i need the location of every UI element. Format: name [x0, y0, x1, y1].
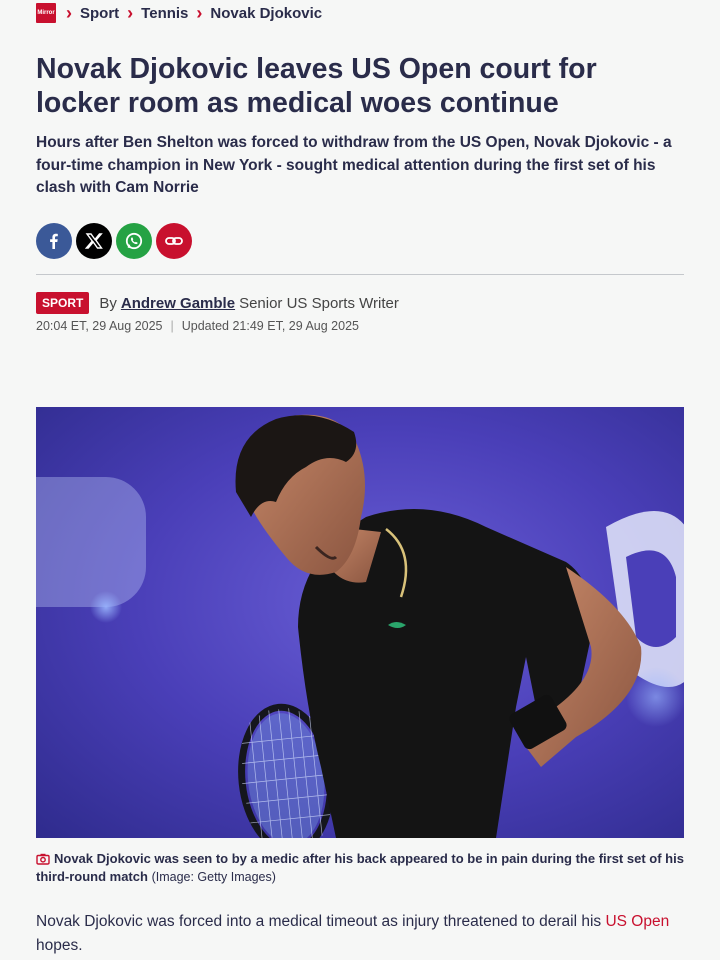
- body-text-2: hopes.: [36, 937, 83, 954]
- mirror-logo[interactable]: Mirror: [36, 3, 56, 23]
- link-icon[interactable]: [156, 223, 192, 259]
- breadcrumb-novak-djokovic[interactable]: Novak Djokovic: [210, 5, 322, 22]
- separator: |: [170, 319, 174, 333]
- updated-time: Updated 21:49 ET, 29 Aug 2025: [181, 319, 359, 333]
- breadcrumb: Mirror › Sport › Tennis › Novak Djokovic: [36, 2, 322, 24]
- facebook-icon[interactable]: [36, 223, 72, 259]
- by-label: By: [99, 294, 117, 312]
- section-badge[interactable]: SPORT: [36, 292, 90, 314]
- byline: SPORT By Andrew Gamble Senior US Sports …: [36, 292, 399, 314]
- x-icon[interactable]: [76, 223, 112, 259]
- timestamps: 20:04 ET, 29 Aug 2025 | Updated 21:49 ET…: [36, 319, 359, 333]
- breadcrumb-sport[interactable]: Sport: [80, 5, 119, 22]
- body-paragraph: Novak Djokovic was forced into a medical…: [36, 910, 684, 958]
- divider: [36, 274, 684, 275]
- body-text-1: Novak Djokovic was forced into a medical…: [36, 913, 606, 930]
- chevron-right-icon: ›: [196, 3, 203, 23]
- camera-icon: [36, 853, 50, 865]
- us-open-link[interactable]: US Open: [605, 913, 669, 930]
- image-caption: Novak Djokovic was seen to by a medic af…: [36, 850, 684, 886]
- image-credit: (Image: Getty Images): [151, 870, 276, 884]
- breadcrumb-tennis[interactable]: Tennis: [141, 5, 188, 22]
- chevron-right-icon: ›: [66, 3, 72, 23]
- share-bar: [36, 223, 192, 259]
- published-time: 20:04 ET, 29 Aug 2025: [36, 319, 163, 333]
- standfirst: Hours after Ben Shelton was forced to wi…: [36, 134, 672, 196]
- headline: Novak Djokovic leaves US Open court for …: [36, 53, 597, 119]
- chevron-right-icon: ›: [127, 3, 134, 23]
- author-role: Senior US Sports Writer: [239, 294, 399, 312]
- whatsapp-icon[interactable]: [116, 223, 152, 259]
- hero-image[interactable]: [36, 407, 684, 838]
- logo-text: Mirror: [37, 9, 55, 16]
- caption-text: Novak Djokovic was seen to by a medic af…: [36, 851, 684, 884]
- author-link[interactable]: Andrew Gamble: [121, 295, 235, 312]
